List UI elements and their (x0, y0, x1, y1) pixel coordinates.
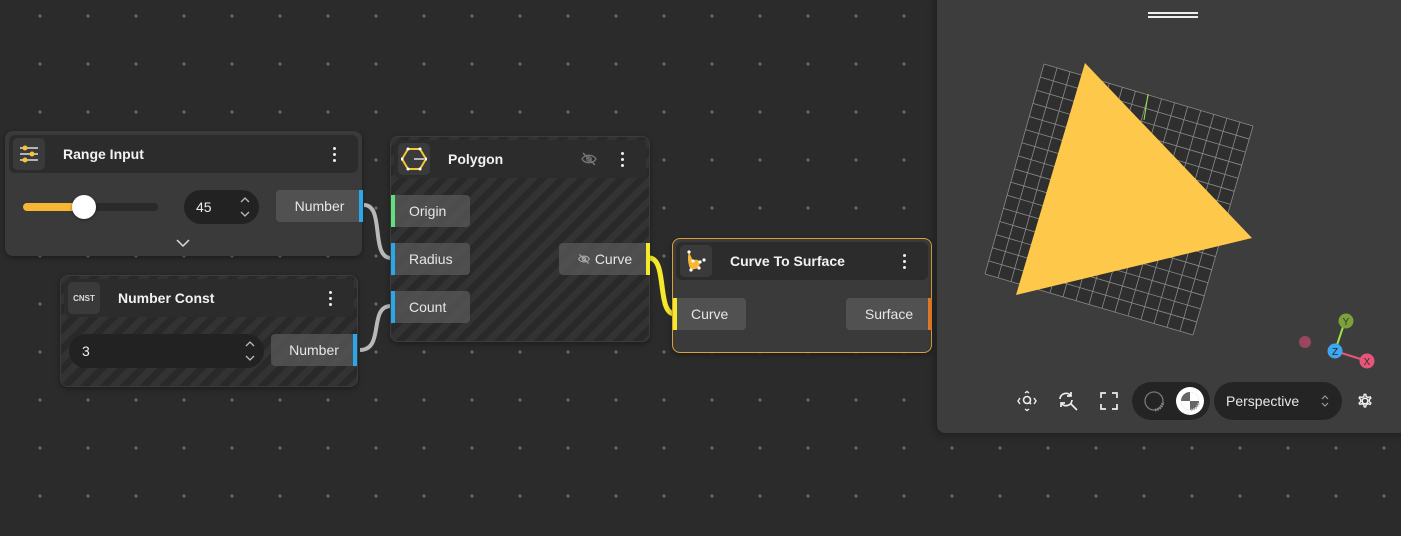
wireframe-sphere-icon (1144, 391, 1165, 412)
port-socket[interactable] (928, 298, 932, 330)
port-socket[interactable] (646, 243, 650, 275)
output-port-curve[interactable]: Curve (559, 243, 650, 275)
node-title: Polygon (448, 151, 504, 167)
input-port-origin[interactable]: Origin (391, 195, 470, 227)
solid-sphere-icon (1181, 392, 1201, 412)
range-value: 45 (196, 199, 212, 215)
camera-mode-select[interactable]: Perspective (1214, 382, 1342, 420)
chevron-up-down-icon (1321, 395, 1329, 407)
eye-off-icon (577, 253, 590, 265)
node-range-input[interactable]: Range Input 45 Number (5, 131, 363, 256)
node-editor-canvas[interactable]: Range Input 45 Number CNST Number Const … (0, 0, 1401, 536)
const-value-input[interactable]: 3 (69, 334, 264, 368)
axis-z-label: Z (1332, 347, 1338, 358)
output-port-surface[interactable]: Surface (846, 298, 932, 330)
axis-neg-x-dot (1299, 336, 1311, 348)
port-label: Curve (594, 251, 633, 267)
output-port-number[interactable]: Number (271, 334, 357, 366)
const-value: 3 (82, 343, 90, 359)
stepper-icon[interactable] (244, 338, 256, 364)
node-curve-to-surface[interactable]: Curve To Surface Curve Surface (672, 238, 932, 353)
output-port-number[interactable]: Number (276, 190, 363, 222)
eye-off-icon[interactable] (580, 150, 598, 168)
node-number-const[interactable]: CNST Number Const 3 Number (60, 275, 358, 387)
node-header[interactable]: CNST Number Const (64, 279, 354, 317)
port-socket[interactable] (359, 190, 363, 222)
node-menu-button[interactable] (320, 288, 340, 308)
slider-thumb[interactable] (71, 195, 96, 219)
3d-scene[interactable]: Y X Z (937, 0, 1401, 433)
port-socket[interactable] (353, 334, 357, 366)
axis-x-label: X (1364, 357, 1371, 368)
port-label: Number (294, 198, 345, 214)
stepper-icon[interactable] (239, 194, 251, 220)
chevron-down-icon[interactable] (175, 237, 191, 249)
curve-surface-icon (680, 245, 712, 277)
port-socket[interactable] (391, 195, 395, 227)
range-slider[interactable] (23, 195, 158, 219)
input-port-count[interactable]: Count (391, 291, 470, 323)
port-label: Origin (409, 203, 447, 219)
port-label: Count (409, 299, 447, 315)
node-menu-button[interactable] (324, 144, 344, 164)
axis-gizmo[interactable]: Y X Z (1299, 313, 1375, 369)
port-label: Surface (864, 306, 914, 322)
node-header[interactable]: Curve To Surface (676, 242, 928, 280)
input-port-radius[interactable]: Radius (391, 243, 470, 275)
node-title: Curve To Surface (730, 253, 845, 269)
fullscreen-button[interactable] (1094, 386, 1124, 416)
axis-y-label: Y (1343, 317, 1350, 328)
zoom-fit-button[interactable] (1053, 386, 1083, 416)
hexagon-icon (398, 143, 430, 175)
node-header[interactable]: Range Input (9, 135, 358, 173)
settings-button[interactable] (1350, 386, 1380, 416)
port-socket[interactable] (391, 291, 395, 323)
port-label: Curve (691, 306, 729, 322)
port-socket[interactable] (673, 298, 677, 330)
node-polygon[interactable]: Polygon Origin Radius Count Curve (390, 136, 650, 342)
range-value-input[interactable]: 45 (184, 190, 259, 224)
port-label: Radius (409, 251, 453, 267)
solid-shading-button[interactable] (1176, 387, 1204, 415)
node-menu-button[interactable] (894, 251, 914, 271)
focus-icon (1017, 390, 1037, 412)
node-title: Number Const (118, 290, 215, 306)
port-label: Number (289, 342, 339, 358)
viewport-panel[interactable]: Y X Z Perspective (937, 0, 1401, 433)
sliders-icon (13, 138, 45, 170)
wireframe-shading-button[interactable] (1140, 387, 1168, 415)
wire-range-to-radius[interactable] (363, 203, 392, 260)
focus-button[interactable] (1012, 386, 1042, 416)
settings-icon (1358, 393, 1372, 408)
zoom-fit-icon (1059, 392, 1078, 411)
node-header[interactable]: Polygon (394, 140, 646, 178)
input-port-curve[interactable]: Curve (673, 298, 746, 330)
port-socket[interactable] (391, 243, 395, 275)
node-menu-button[interactable] (612, 149, 632, 169)
viewport-toolbar: Perspective (937, 382, 1401, 422)
constant-icon: CNST (68, 282, 100, 314)
node-title: Range Input (63, 146, 144, 162)
camera-mode-label: Perspective (1226, 393, 1300, 409)
fullscreen-icon (1100, 392, 1118, 410)
wire-const-to-count[interactable] (359, 304, 392, 352)
shading-mode-toggle (1132, 382, 1210, 420)
